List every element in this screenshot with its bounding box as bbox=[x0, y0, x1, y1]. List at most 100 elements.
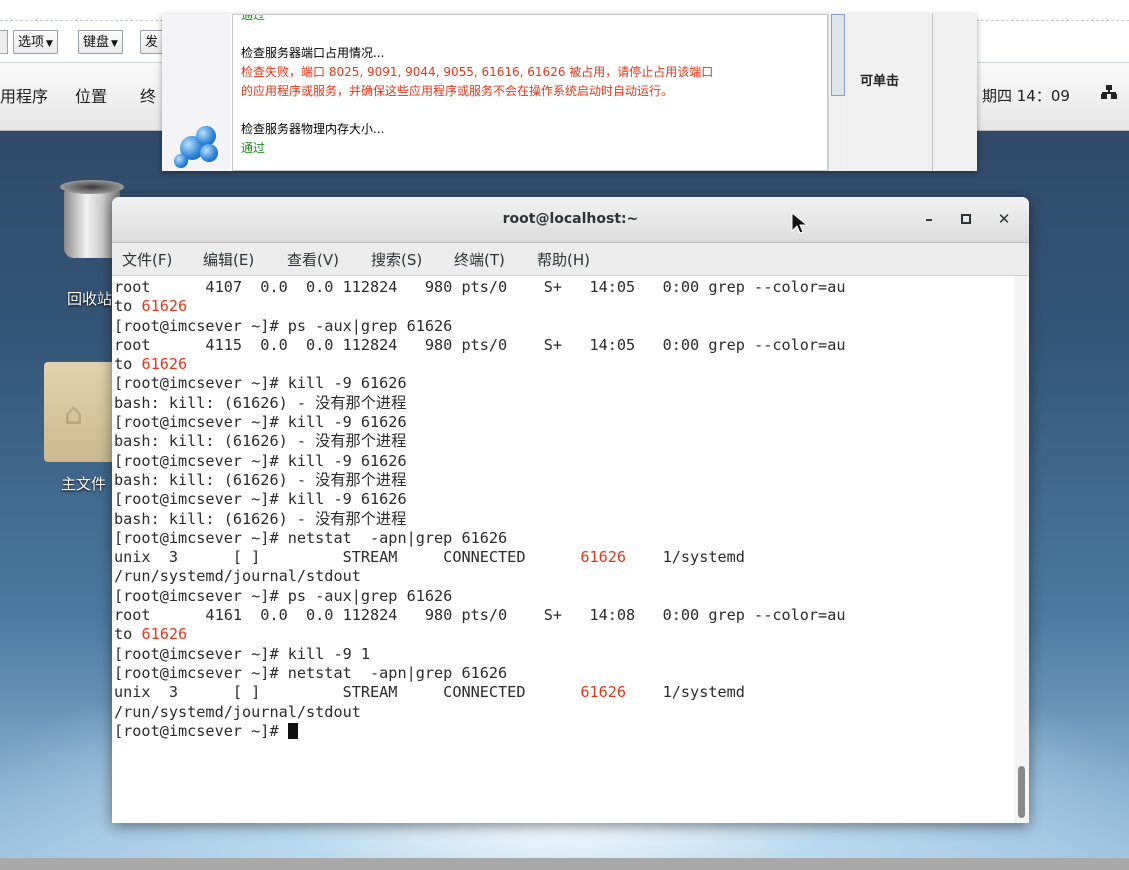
highlighted-port: 61626 bbox=[580, 683, 627, 702]
terminal-line: bash: kill: (61626) - 没有那个进程 bbox=[114, 510, 406, 528]
close-icon[interactable]: ✕ bbox=[992, 207, 1016, 231]
network-icon[interactable] bbox=[1100, 84, 1118, 104]
terminal-line: [root@imcsever ~]# kill -9 61626 bbox=[114, 452, 407, 470]
terminal-text-segment: root 4161 0.0 0.0 112824 980 pts/0 S+ 14… bbox=[114, 606, 846, 625]
terminal-line: bash: kill: (61626) - 没有那个进程 bbox=[114, 432, 406, 450]
menu-terminal[interactable]: 终端(T) bbox=[454, 249, 505, 270]
terminal-line: to 61626 bbox=[114, 355, 187, 373]
terminal-text-segment: [root@imcsever ~]# bbox=[114, 721, 288, 740]
terminal-text-segment: [root@imcsever ~]# ps -aux|grep 61626 bbox=[114, 316, 453, 335]
installer-logo-icon bbox=[174, 122, 222, 170]
installer-right-panel: 可单击 bbox=[846, 14, 977, 171]
options-label: 选项 bbox=[18, 35, 45, 50]
terminal-output[interactable]: root 4107 0.0 0.0 112824 980 pts/0 S+ 14… bbox=[112, 276, 1014, 823]
terminal-line: bash: kill: (61626) - 没有那个进程 bbox=[114, 471, 406, 489]
terminal-text-segment: 1/systemd bbox=[626, 683, 745, 702]
terminal-line: /run/systemd/journal/stdout bbox=[114, 567, 361, 585]
terminal-line: /run/systemd/journal/stdout bbox=[114, 703, 361, 721]
terminal-text-segment: root 4107 0.0 0.0 112824 980 pts/0 S+ 14… bbox=[114, 278, 846, 296]
terminal-line: to 61626 bbox=[114, 625, 187, 643]
send-label: 发 bbox=[145, 35, 159, 50]
terminal-text-segment: to bbox=[114, 297, 142, 316]
terminal-line: unix 3 [ ] STREAM CONNECTED 61626 1/syst… bbox=[114, 548, 745, 566]
terminal-taskbar-item[interactable]: 终 bbox=[140, 83, 156, 107]
chevron-down-icon: ▼ bbox=[111, 39, 118, 49]
terminal-line: [root@imcsever ~]# kill -9 61626 bbox=[114, 374, 407, 392]
terminal-line: [root@imcsever ~]# bbox=[114, 722, 298, 740]
terminal-text-segment: [root@imcsever ~]# kill -9 61626 bbox=[114, 490, 407, 509]
keyboard-menu-button[interactable]: 键盘 ▼ bbox=[78, 30, 123, 54]
clickable-label: 可单击 bbox=[860, 74, 900, 89]
scrollbar-thumb[interactable] bbox=[1018, 766, 1025, 818]
home-folder-icon[interactable]: ⌂ bbox=[44, 362, 116, 462]
highlighted-port: 61626 bbox=[141, 355, 188, 374]
terminal-text-segment: root 4115 0.0 0.0 112824 980 pts/0 S+ 14… bbox=[114, 335, 846, 354]
installer-log-line: 检查服务器物理内存大小... bbox=[241, 122, 385, 136]
terminal-text-segment: 1/systemd bbox=[626, 548, 745, 567]
mouse-pointer-icon bbox=[791, 211, 809, 241]
places-menu[interactable]: 位置 bbox=[75, 83, 107, 107]
panel-divider bbox=[932, 14, 933, 171]
terminal-text-segment: to bbox=[114, 355, 142, 374]
house-icon: ⌂ bbox=[64, 397, 84, 432]
installer-log-line bbox=[241, 25, 827, 44]
terminal-line: [root@imcsever ~]# ps -aux|grep 61626 bbox=[114, 587, 452, 605]
terminal-line: [root@imcsever ~]# netstat -apn|grep 616… bbox=[114, 664, 507, 682]
terminal-text-segment: [root@imcsever ~]# kill -9 61626 bbox=[114, 451, 407, 470]
installer-side-panel bbox=[162, 14, 230, 171]
installer-log-line bbox=[241, 101, 827, 120]
highlighted-port: 61626 bbox=[141, 625, 188, 644]
options-menu-button[interactable]: 选项 ▼ bbox=[13, 30, 58, 54]
terminal-text-segment: unix 3 [ ] STREAM CONNECTED bbox=[114, 683, 581, 702]
terminal-text: root 4107 0.0 0.0 112824 980 pts/0 S+ 14… bbox=[114, 278, 1014, 741]
terminal-text-segment: [root@imcsever ~]# kill -9 61626 bbox=[114, 413, 407, 432]
terminal-line: unix 3 [ ] STREAM CONNECTED 61626 1/syst… bbox=[114, 683, 745, 701]
terminal-titlebar[interactable]: root@localhost:~ – ✕ bbox=[112, 197, 1029, 243]
terminal-text-segment: [root@imcsever ~]# netstat -apn|grep 616… bbox=[114, 663, 508, 682]
terminal-text-segment: [root@imcsever ~]# kill -9 1 bbox=[114, 644, 371, 663]
terminal-line: to 61626 bbox=[114, 297, 187, 315]
terminal-text-segment: bash: kill: (61626) - 没有那个进程 bbox=[114, 432, 407, 451]
terminal-text-segment: bash: kill: (61626) - 没有那个进程 bbox=[114, 470, 407, 489]
minimize-icon[interactable]: – bbox=[917, 207, 941, 231]
chevron-down-icon: ▼ bbox=[46, 39, 53, 49]
installer-dialog: 通过 检查服务器端口占用情况... 检查失败，端口 8025, 9091, 904… bbox=[162, 14, 977, 171]
terminal-line: [root@imcsever ~]# netstat -apn|grep 616… bbox=[114, 529, 507, 547]
terminal-scrollbar[interactable] bbox=[1014, 276, 1029, 823]
terminal-line: root 4115 0.0 0.0 112824 980 pts/0 S+ 14… bbox=[114, 336, 846, 354]
menu-help[interactable]: 帮助(H) bbox=[537, 249, 590, 270]
toolbar-edge-button[interactable] bbox=[0, 30, 8, 54]
installer-log: 通过 检查服务器端口占用情况... 检查失败，端口 8025, 9091, 904… bbox=[232, 14, 828, 171]
text-cursor bbox=[287, 722, 298, 739]
menu-search[interactable]: 搜索(S) bbox=[371, 249, 422, 270]
applications-menu[interactable]: 用程序 bbox=[0, 83, 48, 107]
terminal-line: [root@imcsever ~]# kill -9 1 bbox=[114, 645, 370, 663]
trash-opening bbox=[60, 180, 124, 194]
menu-file[interactable]: 文件(F) bbox=[122, 249, 172, 270]
scrollbar-thumb[interactable] bbox=[831, 14, 845, 96]
highlighted-port: 61626 bbox=[580, 548, 627, 567]
menu-view[interactable]: 查看(V) bbox=[287, 249, 339, 270]
installer-log-line: 通过 bbox=[241, 14, 266, 22]
installer-log-line: 通过 bbox=[241, 141, 266, 155]
terminal-text-segment: [root@imcsever ~]# netstat -apn|grep 616… bbox=[114, 528, 508, 547]
terminal-window: root@localhost:~ – ✕ 文件(F) 编辑(E) 查看(V) 搜… bbox=[112, 197, 1029, 823]
installer-log-scrollbar[interactable] bbox=[828, 14, 847, 171]
bottom-strip bbox=[0, 858, 1129, 870]
trash-label[interactable]: 回收站 bbox=[67, 288, 112, 309]
menu-edit[interactable]: 编辑(E) bbox=[203, 249, 254, 270]
maximize-icon[interactable] bbox=[954, 207, 978, 231]
terminal-line: [root@imcsever ~]# ps -aux|grep 61626 bbox=[114, 317, 452, 335]
keyboard-label: 键盘 bbox=[83, 35, 110, 50]
terminal-text-segment: to bbox=[114, 625, 142, 644]
highlighted-port: 61626 bbox=[141, 297, 188, 316]
home-folder-label[interactable]: 主文件 bbox=[61, 473, 106, 494]
terminal-text-segment: bash: kill: (61626) - 没有那个进程 bbox=[114, 509, 407, 528]
installer-log-line: 检查服务器端口占用情况... bbox=[241, 46, 385, 60]
terminal-line: [root@imcsever ~]# kill -9 61626 bbox=[114, 490, 407, 508]
installer-log-line: 的应用程序或服务，并确保这些应用程序或服务不会在操作系统启动时自动运行。 bbox=[241, 84, 674, 98]
terminal-menubar: 文件(F) 编辑(E) 查看(V) 搜索(S) 终端(T) 帮助(H) bbox=[112, 243, 1029, 276]
window-title: root@localhost:~ bbox=[502, 211, 639, 227]
clock[interactable]: 期四 14：09 bbox=[982, 85, 1070, 106]
terminal-text-segment: [root@imcsever ~]# kill -9 61626 bbox=[114, 374, 407, 393]
